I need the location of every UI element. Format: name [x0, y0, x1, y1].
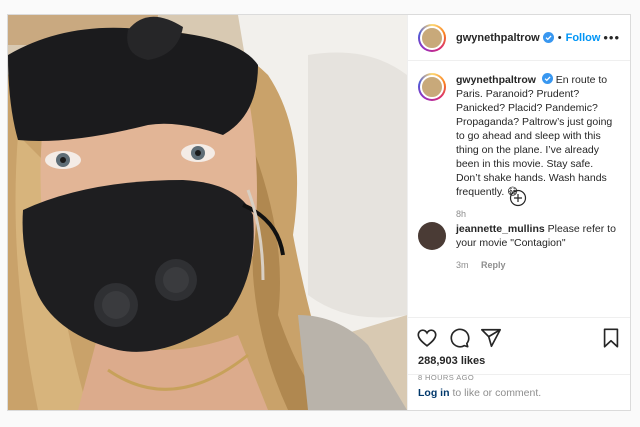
comment-bubble-icon[interactable] [448, 327, 470, 349]
author-username[interactable]: gwynethpaltrow [456, 32, 540, 44]
post-photo[interactable] [8, 15, 407, 410]
commenter-username[interactable]: jeannette_mullins [456, 223, 545, 235]
plus-circle-icon[interactable] [509, 189, 527, 207]
caption-avatar[interactable] [418, 73, 446, 101]
post-actions-area: 288,903 likes 8 HOURS AGO [408, 317, 630, 382]
more-options-icon[interactable]: ••• [603, 30, 620, 45]
action-bar [416, 326, 622, 350]
login-link[interactable]: Log in [418, 387, 450, 399]
instagram-post: gwynethpaltrow • Follow ••• gwynethpaltr… [7, 14, 631, 411]
follow-button[interactable]: Follow [566, 32, 601, 44]
login-prompt-text: to like or comment. [452, 386, 542, 399]
bookmark-icon[interactable] [600, 327, 622, 349]
commenter-avatar[interactable] [418, 222, 446, 250]
paper-plane-icon[interactable] [480, 327, 502, 349]
separator-dot: • [557, 31, 562, 44]
verified-badge-icon [542, 32, 554, 43]
caption-username[interactable]: gwynethpaltrow [456, 74, 536, 86]
heart-icon[interactable] [416, 327, 438, 349]
comment-item: jeannette_mullins Please refer to your m… [418, 222, 624, 272]
verified-badge-icon [541, 73, 553, 84]
caption-text: En route to Paris. Paranoid? Prudent? Pa… [456, 74, 613, 198]
login-prompt: Log in to like or comment. [408, 374, 630, 410]
comments-section: gwynethpaltrow En route to Paris. Parano… [408, 61, 630, 274]
post-sidebar: gwynethpaltrow • Follow ••• gwynethpaltr… [407, 15, 630, 410]
likes-count[interactable]: 288,903 likes [416, 355, 622, 367]
caption-time[interactable]: 8h [456, 207, 620, 221]
comment-body: jeannette_mullins Please refer to your m… [456, 222, 624, 272]
selfie-masked-woman-image [8, 15, 407, 410]
reply-button[interactable]: Reply [481, 260, 506, 270]
post-header: gwynethpaltrow • Follow ••• [408, 15, 630, 61]
author-avatar[interactable] [418, 23, 446, 52]
comment-time[interactable]: 3m [456, 260, 469, 270]
caption-body: gwynethpaltrow En route to Paris. Parano… [456, 73, 620, 221]
comment-meta: 3m Reply [456, 258, 624, 272]
